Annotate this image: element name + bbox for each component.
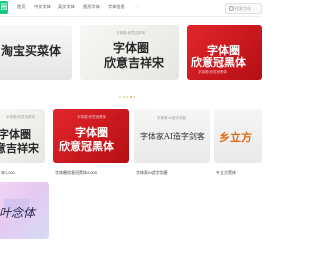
nav-graphic-fonts[interactable]: 图形字体 [83,4,100,10]
card-title[interactable]: 乡立方黑体 [216,170,236,176]
carousel-dot[interactable] [133,96,136,98]
card-caption: 字体圈·欣意吉祥宋 [6,115,36,119]
nav-font-info[interactable]: 字体信息 [108,4,125,10]
nav-home[interactable]: 首页 [17,4,25,10]
font-card-jixiang-song-partial[interactable]: 字体圈·欣意吉祥宋 字体圈 意吉祥宋 [0,109,45,163]
card-caption: 字体圈·欣意冠黑体 [77,115,107,119]
font-card-xinyi-guanhei-2[interactable]: 字体圈·欣意冠黑体 字体圈 欣意冠黑体 [53,109,129,163]
carousel-dot[interactable] [122,96,125,98]
carousel-dot[interactable] [119,96,121,98]
font-card-ye-nian[interactable]: 叶念体 [0,182,49,239]
search-box[interactable]: 搜索字体 [225,3,262,14]
site-logo[interactable]: 圈 [0,1,8,14]
card-caption: 字体家·AI造字剑客 [157,116,186,120]
top-navigation-bar: 圈 首页 中文字体 英文字体 图形字体 字体信息 ··· 搜索字体 [0,0,262,17]
card-title[interactable]: 字体家AI造字剑客 [136,170,168,176]
font-card-ai-zaozi-jianke[interactable]: 字体家·AI造字剑客 字体家AI造字剑客 [134,109,210,163]
search-placeholder: 搜索字体 [235,5,251,11]
font-card-xiang-lifang[interactable]: 乡立方 [214,109,262,163]
carousel-dot-active[interactable] [129,96,132,98]
font-card-xinyi-guanhei[interactable]: 字体圈 欣意冠黑体 字体圈·欣意冠黑体 [187,25,262,80]
card-title[interactable]: 字体圈欣意冠黑体4.009 [55,170,97,176]
font-preview-text: 叶念体 [0,206,36,220]
font-card-xinyi-jixiang-song[interactable]: 字体圈·欣意吉祥宋 字体圈 欣意吉祥宋 [80,25,179,80]
font-card-taobao-maicai[interactable]: 淘宝买菜体 [0,25,72,80]
carousel-indicator [119,85,137,103]
more-menu-icon[interactable]: ··· [135,4,139,9]
carousel-dot[interactable] [126,96,129,98]
font-preview-text: 淘宝买菜体 [1,44,62,58]
font-preview-line-2: 欣意冠黑体 [191,56,246,69]
font-preview-line-2: 意吉祥宋 [0,142,39,155]
font-preview-line-2: 欣意冠黑体 [59,140,114,153]
card-caption: 字体圈·欣意吉祥宋 [116,31,146,35]
card-caption: 字体圈·欣意冠黑体 [198,70,228,74]
font-preview-line-2: 欣意吉祥宋 [104,56,165,70]
search-icon [229,6,234,11]
nav-english-fonts[interactable]: 英文字体 [58,4,75,10]
nav-chinese-fonts[interactable]: 中文字体 [34,4,51,10]
card-title[interactable]: 宋1.001 [1,170,15,176]
font-preview-text: 乡立方 [219,131,252,144]
font-preview-text: 字体家AI造字剑客 [140,132,205,141]
